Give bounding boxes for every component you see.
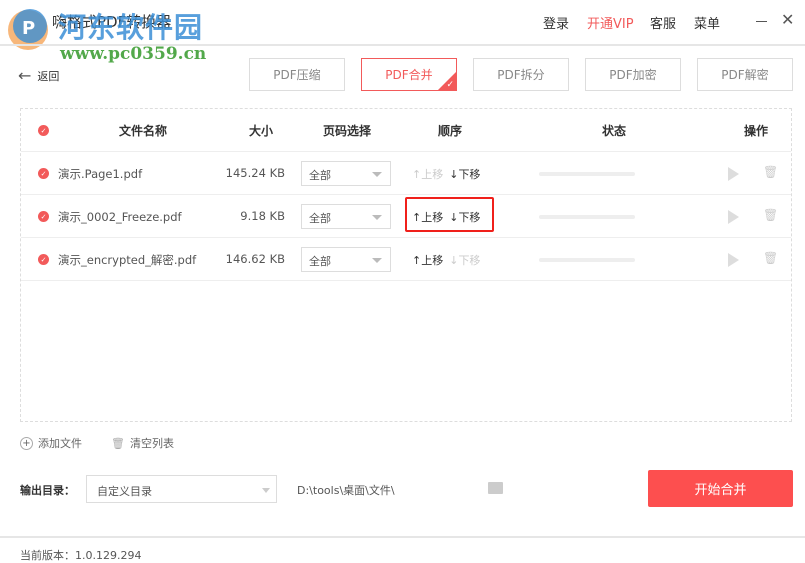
page-select-value: 全部 (309, 255, 331, 268)
output-dir-select[interactable]: 自定义目录 (86, 475, 277, 503)
table-header: ✓ 文件名称 大小 页码选择 顺序 状态 操作 (21, 109, 791, 152)
close-icon[interactable]: ✕ (781, 10, 794, 29)
select-all-checkbox[interactable]: ✓ (38, 125, 49, 136)
tab-split[interactable]: PDF拆分 (473, 58, 569, 91)
move-up-label: 上移 (421, 254, 444, 267)
header-name: 文件名称 (119, 124, 168, 138)
page-select[interactable]: 全部 (301, 161, 391, 186)
back-label: 返回 (37, 69, 60, 83)
vip-link[interactable]: 开通VIP (587, 13, 634, 32)
file-size: 9.18 KB (240, 209, 285, 223)
row-checkbox[interactable]: ✓ (38, 211, 49, 222)
row-checkbox[interactable]: ✓ (38, 168, 49, 179)
header-pages: 页码选择 (323, 124, 372, 138)
app-logo: P (8, 9, 48, 50)
header-status: 状态 (602, 124, 627, 138)
file-name: 演示.Page1.pdf (58, 167, 143, 181)
move-down-button[interactable]: ↓下移 (449, 252, 480, 268)
row-checkbox[interactable]: ✓ (38, 254, 49, 265)
menu-link[interactable]: 菜单 (694, 13, 720, 32)
footer-divider (0, 536, 805, 538)
move-up-button[interactable]: ↑上移 (412, 166, 443, 182)
start-merge-button[interactable]: 开始合并 (648, 470, 793, 507)
header-size: 大小 (249, 124, 274, 138)
login-link[interactable]: 登录 (543, 13, 569, 32)
tab-decrypt[interactable]: PDF解密 (697, 58, 793, 91)
header-actions: 操作 (744, 124, 769, 138)
page-select-value: 全部 (309, 212, 331, 225)
move-down-label: 下移 (458, 168, 481, 181)
tab-encrypt[interactable]: PDF加密 (585, 58, 681, 91)
play-icon[interactable] (728, 210, 739, 224)
file-name: 演示_0002_Freeze.pdf (58, 210, 182, 224)
table-row: ✓ 演示.Page1.pdf 145.24 KB 全部 ↑上移 ↓下移 🗑 (21, 152, 791, 195)
output-label: 输出目录： (20, 484, 75, 497)
trash-icon[interactable]: 🗑 (763, 165, 778, 179)
file-size: 146.62 KB (225, 252, 285, 266)
trash-icon[interactable]: 🗑 (763, 208, 778, 222)
service-link[interactable]: 客服 (650, 13, 676, 32)
trash-icon: 🗑 (111, 436, 125, 450)
page-select[interactable]: 全部 (301, 247, 391, 272)
arrow-up-icon: ↑ (412, 254, 422, 267)
move-up-label: 上移 (421, 168, 444, 181)
page-select-value: 全部 (309, 169, 331, 182)
table-row: ✓ 演示_encrypted_解密.pdf 146.62 KB 全部 ↑上移 ↓… (21, 238, 791, 281)
minimize-button[interactable] (756, 21, 767, 22)
output-path: D:\tools\桌面\文件\ (297, 484, 395, 497)
progress-bar (539, 258, 635, 262)
watermark-name: 河东软件园 (58, 11, 204, 44)
trash-icon[interactable]: 🗑 (763, 251, 778, 265)
plus-circle-icon: + (20, 436, 33, 450)
folder-icon[interactable] (488, 482, 503, 494)
play-icon[interactable] (728, 167, 739, 181)
back-button[interactable]: ← 返回 (18, 66, 59, 85)
arrow-left-icon: ← (18, 66, 32, 85)
check-icon: ✓ (446, 80, 454, 90)
arrow-up-icon: ↑ (412, 168, 422, 181)
move-up-button[interactable]: ↑上移 (412, 252, 443, 268)
file-name: 演示_encrypted_解密.pdf (58, 253, 197, 267)
move-down-button[interactable]: ↓下移 (449, 166, 480, 182)
page-select[interactable]: 全部 (301, 204, 391, 229)
highlight-box (405, 197, 494, 232)
header-order: 顺序 (438, 124, 463, 138)
header-divider (0, 44, 805, 46)
tab-merge[interactable]: PDF合并 ✓ (361, 58, 457, 91)
file-size: 145.24 KB (225, 166, 285, 180)
svg-text:P: P (22, 18, 35, 39)
tab-merge-label: PDF合并 (385, 68, 433, 82)
file-table: ✓ 文件名称 大小 页码选择 顺序 状态 操作 ✓ 演示.Page1.pdf 1… (20, 108, 792, 422)
tab-compress[interactable]: PDF压缩 (249, 58, 345, 91)
progress-bar (539, 172, 635, 176)
play-icon[interactable] (728, 253, 739, 267)
move-down-label: 下移 (458, 254, 481, 267)
add-file-button[interactable]: + 添加文件 (20, 435, 82, 451)
watermark-url: www.pc0359.cn (60, 44, 207, 64)
progress-bar (539, 215, 635, 219)
clear-list-label: 清空列表 (129, 437, 174, 450)
add-file-label: 添加文件 (38, 437, 82, 450)
clear-list-button[interactable]: 🗑 清空列表 (111, 435, 174, 451)
